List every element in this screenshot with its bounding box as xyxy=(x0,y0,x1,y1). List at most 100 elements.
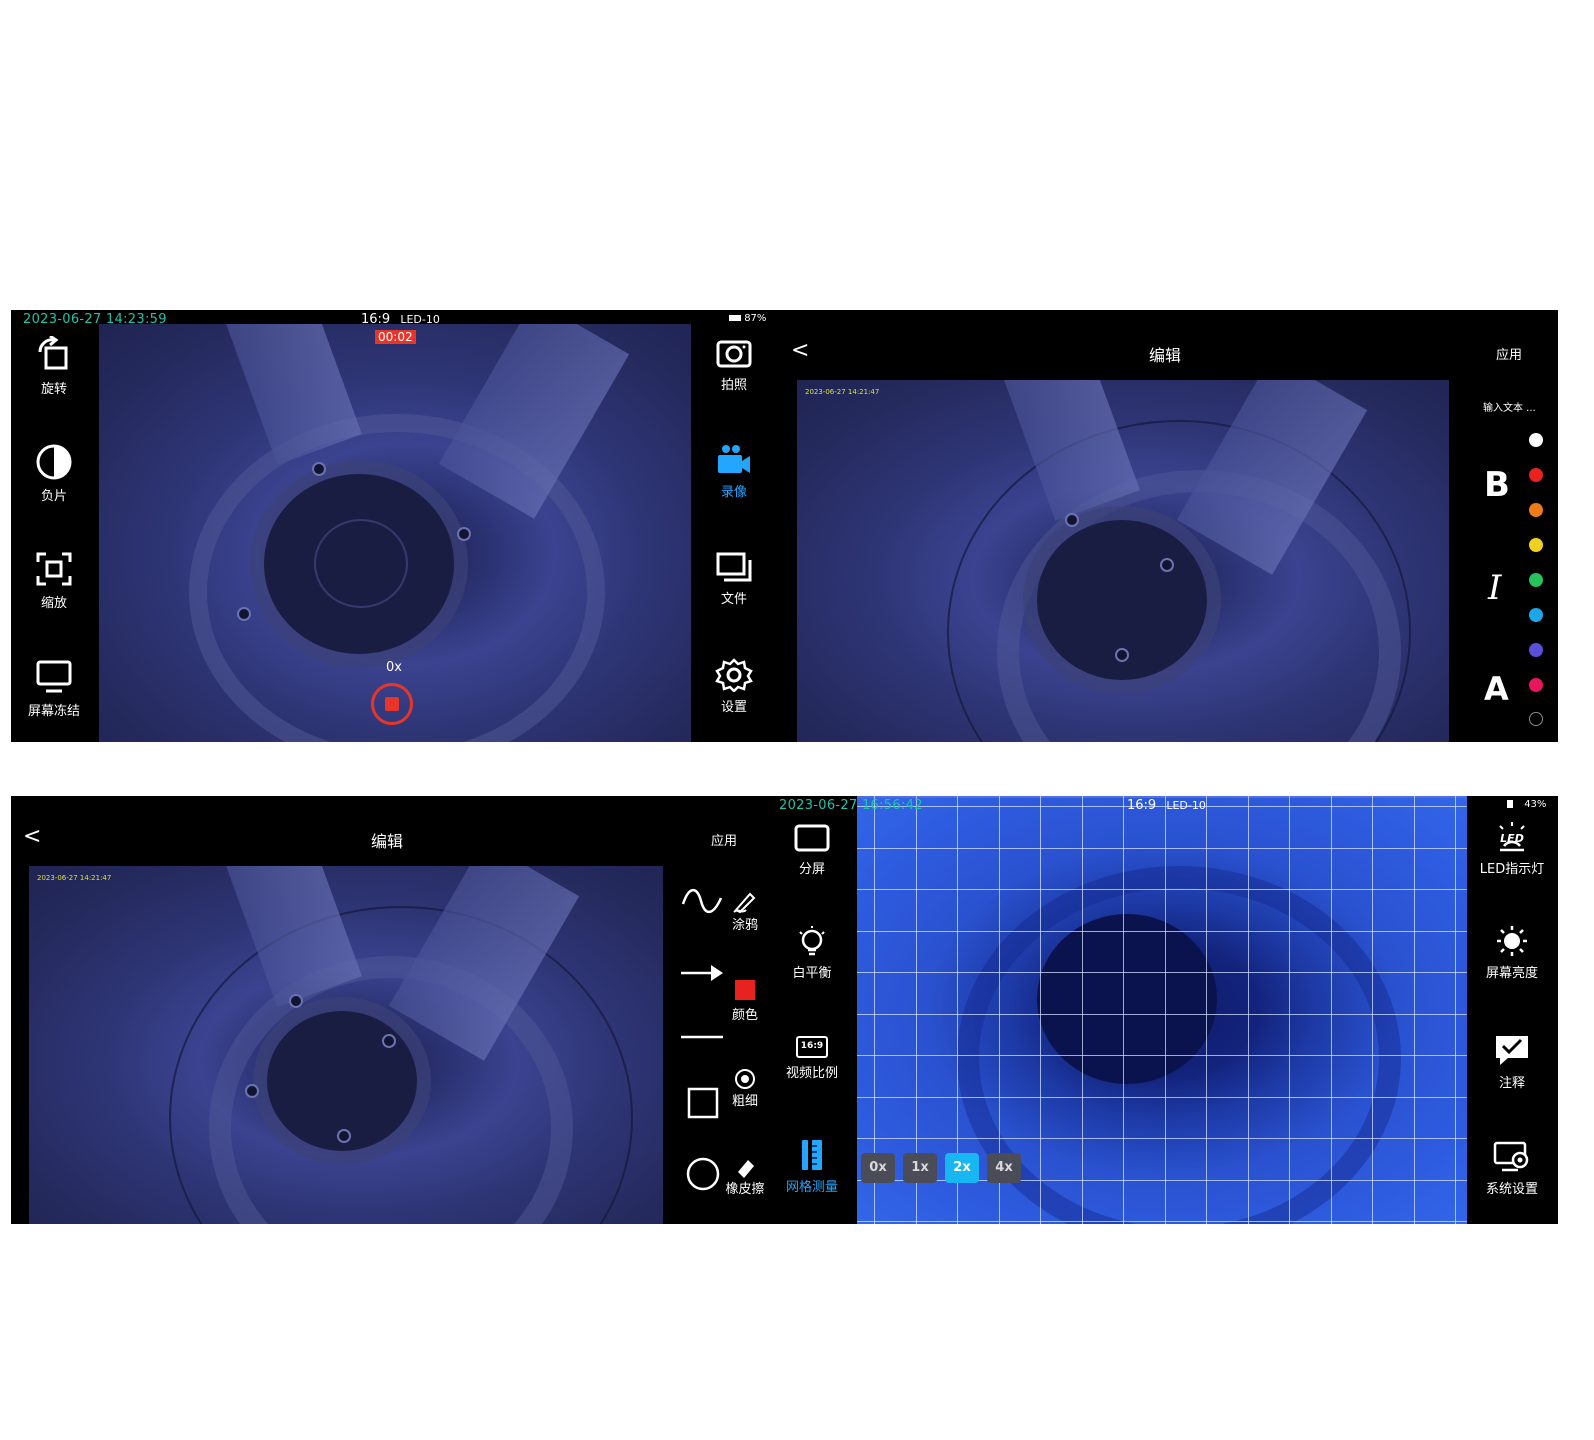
grid-line-horizontal xyxy=(857,972,1467,973)
grid-line-horizontal xyxy=(857,930,1467,932)
brightness-icon xyxy=(1497,926,1527,956)
timestamp: 2023-06-27 14:23:59 xyxy=(23,312,167,327)
eraser-icon xyxy=(738,1160,754,1178)
color-green[interactable] xyxy=(1529,573,1543,587)
ruler-icon xyxy=(802,1140,822,1170)
video-ratio-button[interactable]: 16:9 视频比例 xyxy=(772,1036,852,1081)
grid-line-horizontal xyxy=(857,1096,1467,1098)
grid-line-horizontal xyxy=(857,1013,1467,1015)
text-input[interactable]: 输入文本 ... xyxy=(1483,399,1536,414)
zoom-button[interactable]: 缩放 xyxy=(14,550,94,611)
photo-button[interactable]: 拍照 xyxy=(694,336,774,393)
grid-line-horizontal xyxy=(857,889,1467,890)
svg-text:LED: LED xyxy=(1500,832,1524,845)
system-settings-icon xyxy=(1493,1141,1529,1172)
battery-indicator: 43% xyxy=(1507,799,1546,810)
grid-measure-button[interactable]: 网格测量 xyxy=(772,1138,852,1195)
page-title: 编辑 xyxy=(1149,346,1182,365)
grid-line-horizontal xyxy=(857,1138,1467,1139)
video-camera-icon xyxy=(718,445,750,473)
record-button[interactable]: 录像 xyxy=(694,443,774,500)
grid-line-vertical xyxy=(1164,796,1166,1224)
zoom-1x-button[interactable]: 1x xyxy=(903,1153,937,1183)
page-title: 编辑 xyxy=(371,832,404,851)
bulb-icon xyxy=(799,926,825,956)
split-screen-icon xyxy=(794,824,830,852)
rotate-button[interactable]: 旋转 xyxy=(14,336,94,397)
monitor-icon xyxy=(36,660,72,693)
system-settings-button[interactable]: 系统设置 xyxy=(1471,1140,1553,1197)
color-blue[interactable] xyxy=(1529,608,1543,622)
recording-timer: 00:02 xyxy=(375,330,416,344)
grid-line-vertical xyxy=(1081,796,1083,1224)
stop-icon xyxy=(385,697,399,711)
image-timestamp: 2023-06-27 14:21:47 xyxy=(37,874,112,882)
settings-button[interactable]: 设置 xyxy=(694,658,774,715)
color-black[interactable] xyxy=(1529,712,1543,726)
zoom-2x-button[interactable]: 2x xyxy=(945,1153,979,1183)
battery-icon xyxy=(1507,800,1513,808)
color-pink[interactable] xyxy=(1529,678,1543,692)
bold-button[interactable]: B xyxy=(1484,465,1510,505)
aspect-ratio-icon: 16:9 xyxy=(796,1036,828,1058)
annotation-button[interactable]: 注释 xyxy=(1471,1032,1553,1091)
panel-grid-measure: 2023-06-27 16:56:42 16:9 LED-10 43% 分屏 白… xyxy=(767,796,1558,1224)
negative-button[interactable]: 负片 xyxy=(14,443,94,504)
panel-draw-edit: < 编辑 应用 2023-06-27 14:21:47 涂鸦 颜色 粗细 橡皮擦 xyxy=(11,796,781,1224)
grid-line-vertical xyxy=(1372,796,1373,1224)
zoom-level: 0x xyxy=(386,660,402,675)
thickness-icon xyxy=(735,1069,755,1089)
color-purple[interactable] xyxy=(1529,643,1543,657)
back-button[interactable]: < xyxy=(23,824,41,849)
grid-line-horizontal xyxy=(857,847,1467,849)
camera-feed xyxy=(99,324,691,742)
grid-line-vertical xyxy=(1455,796,1456,1224)
folder-icon xyxy=(716,552,752,582)
aspect-ratio-label: 16:9 LED-10 xyxy=(361,312,440,327)
color-red[interactable] xyxy=(1529,468,1543,482)
files-button[interactable]: 文件 xyxy=(694,550,774,607)
panel-recording: 2023-06-27 14:23:59 16:9 LED-10 00:02 87… xyxy=(11,310,781,742)
color-white[interactable] xyxy=(1529,433,1543,447)
battery-icon xyxy=(729,315,741,321)
rotate-icon xyxy=(38,336,68,370)
image-preview: 2023-06-27 14:21:47 xyxy=(29,866,663,1224)
image-timestamp: 2023-06-27 14:21:47 xyxy=(805,388,880,396)
freeze-screen-button[interactable]: 屏幕冻结 xyxy=(14,658,94,719)
line-icon[interactable] xyxy=(679,1033,725,1041)
battery-indicator: 87% xyxy=(729,313,766,324)
gear-icon xyxy=(715,658,753,692)
grid-line-vertical xyxy=(1206,796,1207,1224)
grid-line-horizontal xyxy=(857,1221,1467,1222)
camera-icon xyxy=(716,340,752,368)
grid-line-vertical xyxy=(1247,796,1249,1224)
screen-brightness-button[interactable]: 屏幕亮度 xyxy=(1471,924,1553,981)
zoom-0x-button[interactable]: 0x xyxy=(861,1153,895,1183)
stop-record-button[interactable] xyxy=(371,683,413,725)
pen-icon xyxy=(733,892,756,914)
panel-text-edit: < 编辑 应用 2023-06-27 14:21:47 输入文本 ... B I… xyxy=(781,310,1558,742)
grid-line-vertical xyxy=(1330,796,1332,1224)
back-button[interactable]: < xyxy=(791,338,809,363)
grid-line-horizontal xyxy=(857,1055,1467,1056)
color-yellow[interactable] xyxy=(1529,538,1543,552)
grid-line-vertical xyxy=(1413,796,1415,1224)
font-button[interactable]: A xyxy=(1484,670,1509,708)
image-preview: 2023-06-27 14:21:47 xyxy=(797,380,1449,742)
grid-line-vertical xyxy=(1123,796,1124,1224)
timestamp: 2023-06-27 16:56:42 xyxy=(779,798,923,813)
apply-button[interactable]: 应用 xyxy=(1496,344,1522,363)
apply-button[interactable]: 应用 xyxy=(711,830,737,849)
grid-line-vertical xyxy=(1040,796,1041,1224)
annotation-icon xyxy=(1496,1036,1528,1065)
italic-button[interactable]: I xyxy=(1488,568,1501,608)
zoom-4x-button[interactable]: 4x xyxy=(987,1153,1021,1183)
grid-line-vertical xyxy=(1289,796,1290,1224)
white-balance-button[interactable]: 白平衡 xyxy=(772,924,852,981)
color-orange[interactable] xyxy=(1529,503,1543,517)
led-indicator-button[interactable]: LED LED指示灯 xyxy=(1471,820,1553,877)
contrast-icon xyxy=(36,444,72,480)
aspect-ratio-label: 16:9 LED-10 xyxy=(1127,798,1206,813)
split-screen-button[interactable]: 分屏 xyxy=(772,822,852,877)
color-swatch-icon xyxy=(735,980,755,1000)
